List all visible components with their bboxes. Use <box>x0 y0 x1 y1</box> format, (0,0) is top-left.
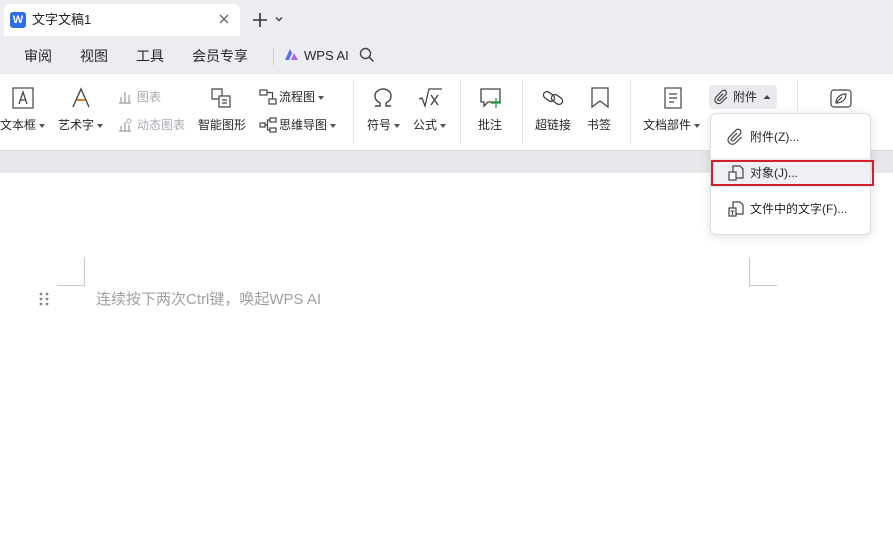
symbol-label: 符号 <box>367 118 392 132</box>
search-icon[interactable] <box>358 46 376 64</box>
attachment-dropdown-button[interactable]: 附件 <box>709 85 777 109</box>
smart-graphic-label: 智能图形 <box>198 118 247 132</box>
chevron-down-icon <box>97 123 104 128</box>
wps-ai-logo-icon[interactable] <box>284 47 299 62</box>
doc-parts-label: 文档部件 <box>643 118 692 132</box>
textbox-icon <box>12 87 34 109</box>
doc-parts-icon <box>664 87 682 109</box>
document-title: 文字文稿1 <box>32 12 92 27</box>
file-text-icon <box>728 201 744 217</box>
dynamic-chart-label: 动态图表 <box>137 118 186 132</box>
attachment-label: 附件 <box>733 90 758 104</box>
resource-leaf-icon[interactable] <box>829 86 853 110</box>
comment-icon <box>480 88 501 108</box>
bookmark-icon <box>591 87 609 109</box>
chart-label: 图表 <box>137 90 162 104</box>
chevron-down-icon <box>440 123 447 128</box>
bookmark-label: 书签 <box>587 118 612 132</box>
chevron-down-icon <box>318 95 325 100</box>
chevron-down-icon <box>39 123 46 128</box>
menu-view[interactable]: 视图 <box>80 47 108 65</box>
menu-item-label: 文件中的文字(F)... <box>750 202 848 216</box>
menu-bar: 审阅 视图 工具 会员专享 WPS AI <box>0 40 893 73</box>
paperclip-icon <box>727 128 742 145</box>
hyperlink-chain-icon <box>542 90 564 106</box>
smart-graphic-icon <box>211 88 231 108</box>
mindmap-icon <box>259 117 277 133</box>
paperclip-icon <box>714 89 728 105</box>
document-tab[interactable]: W 文字文稿1 <box>4 4 240 36</box>
wps-writer-logo-icon: W <box>10 12 26 28</box>
menu-item-text-from-file[interactable]: 文件中的文字(F)... <box>711 194 870 224</box>
wordart-label: 艺术字 <box>58 118 95 132</box>
menu-review[interactable]: 审阅 <box>24 47 52 65</box>
chevron-up-icon <box>763 95 771 99</box>
ribbon-divider <box>522 80 523 144</box>
document-placeholder[interactable]: 连续按下两次Ctrl键，唤起WPS AI <box>96 291 321 309</box>
ribbon-divider <box>630 80 631 144</box>
chevron-down-icon <box>394 123 401 128</box>
drag-handle-icon[interactable] <box>38 291 50 307</box>
ribbon-divider <box>353 80 354 144</box>
mindmap-label: 思维导图 <box>279 118 328 132</box>
menu-item-label: 附件(Z)... <box>750 130 800 144</box>
chevron-down-icon <box>694 123 701 128</box>
formula-label: 公式 <box>413 118 438 132</box>
page-margin-corner-right <box>749 258 777 286</box>
flowchart-icon <box>259 89 277 105</box>
chart-icon <box>119 92 131 104</box>
textbox-label: 文本框 <box>0 118 37 132</box>
close-tab-icon[interactable] <box>216 11 232 27</box>
annotation-highlight-box <box>711 160 874 186</box>
hyperlink-label: 超链接 <box>535 118 572 132</box>
omega-symbol-icon <box>374 88 392 107</box>
wordart-icon <box>72 87 90 108</box>
comment-label: 批注 <box>478 118 503 132</box>
page-margin-corner-left <box>57 258 85 286</box>
chevron-down-icon <box>330 123 337 128</box>
title-bar: W 文字文稿1 <box>0 0 893 40</box>
ribbon-divider <box>460 80 461 144</box>
dynamic-chart-icon <box>119 118 132 132</box>
menu-item-attachment[interactable]: 附件(Z)... <box>711 122 870 152</box>
chevron-down-icon[interactable] <box>274 14 284 24</box>
menu-member[interactable]: 会员专享 <box>192 47 248 65</box>
formula-sqrt-icon <box>418 88 442 109</box>
wps-ai-button[interactable]: WPS AI <box>304 47 349 65</box>
new-tab-plus-icon[interactable] <box>250 10 270 30</box>
menu-divider <box>273 48 274 65</box>
menu-tools[interactable]: 工具 <box>136 47 164 65</box>
flowchart-label: 流程图 <box>279 90 316 104</box>
